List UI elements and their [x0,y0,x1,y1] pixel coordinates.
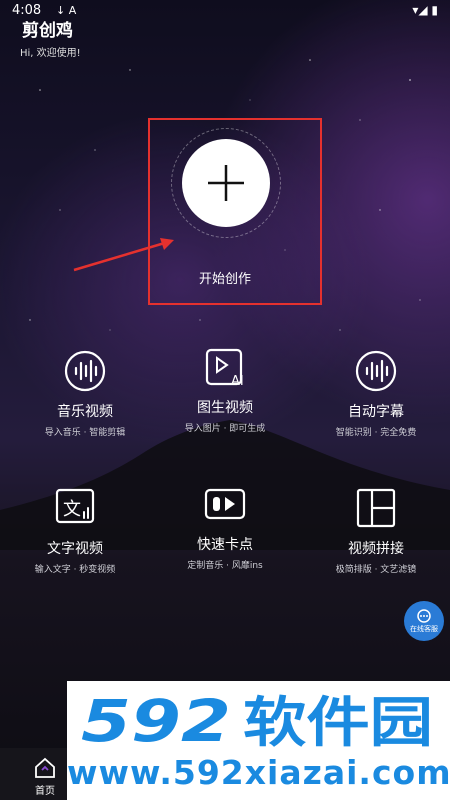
feature-subtitle: 极简排版 · 文艺滤镜 [335,565,417,575]
svg-text:AI: AI [231,374,244,389]
text-video-icon: 文 [55,488,95,524]
watermark-url: www.592xiazai.com [67,753,450,792]
plus-icon [208,165,244,201]
feature-title: 自动字幕 [348,404,404,420]
svg-text:软件园: 软件园 [243,691,433,751]
feature-video-merge[interactable]: 视频拼接 极简排版 · 文艺滤镜 [316,486,436,575]
feature-title: 快速卡点 [197,537,253,553]
headset-chat-icon [417,608,431,623]
feature-subtitle: 定制音乐 · 风靡ins [187,561,263,571]
feature-text-video[interactable]: 文 文字视频 输入文字 · 秒变视频 [15,486,135,575]
feature-title: 文字视频 [47,541,103,557]
beat-icon [204,488,246,520]
feature-subtitle: 导入音乐 · 智能剪辑 [44,428,126,438]
app-title: 剪创鸡 [22,21,73,41]
feature-auto-subtitle[interactable]: 自动字幕 智能识别 · 完全免费 [316,349,436,438]
feature-subtitle: 智能识别 · 完全免费 [335,428,417,438]
feature-title: 视频拼接 [348,541,404,557]
status-system-icons: ▾◢ ▮ [412,3,438,17]
svg-text:文: 文 [63,499,81,520]
customer-service-button[interactable]: 在线客服 [404,601,444,641]
ai-video-icon: AI [205,348,244,389]
music-wave-icon [64,350,106,392]
start-create-button[interactable] [182,139,270,227]
feature-music-video[interactable]: 音乐视频 导入音乐 · 智能剪辑 [25,349,145,438]
red-arrow-annotation [73,238,174,272]
feature-subtitle: 输入文字 · 秒变视频 [34,565,116,575]
subtitle-wave-icon [355,350,397,392]
nav-home-label[interactable]: 首页 [26,782,64,797]
watermark-overlay: 592 软件园 www.592xiazai.com [67,681,450,800]
customer-service-label: 在线客服 [410,624,438,633]
feature-quick-beat[interactable]: 快速卡点 定制音乐 · 风靡ins [165,482,285,571]
welcome-text: Hi, 欢迎使用! [20,48,81,59]
feature-image-to-video[interactable]: AI 图生视频 导入图片 · 即可生成 [165,345,285,434]
feature-title: 音乐视频 [57,404,113,420]
watermark-logo: 592 软件园 [81,689,433,751]
feature-subtitle: 导入图片 · 即可生成 [184,424,266,434]
grid-layout-icon [356,488,396,528]
feature-title: 图生视频 [197,400,253,416]
svg-text:592: 592 [81,689,231,751]
home-icon[interactable] [33,756,57,780]
